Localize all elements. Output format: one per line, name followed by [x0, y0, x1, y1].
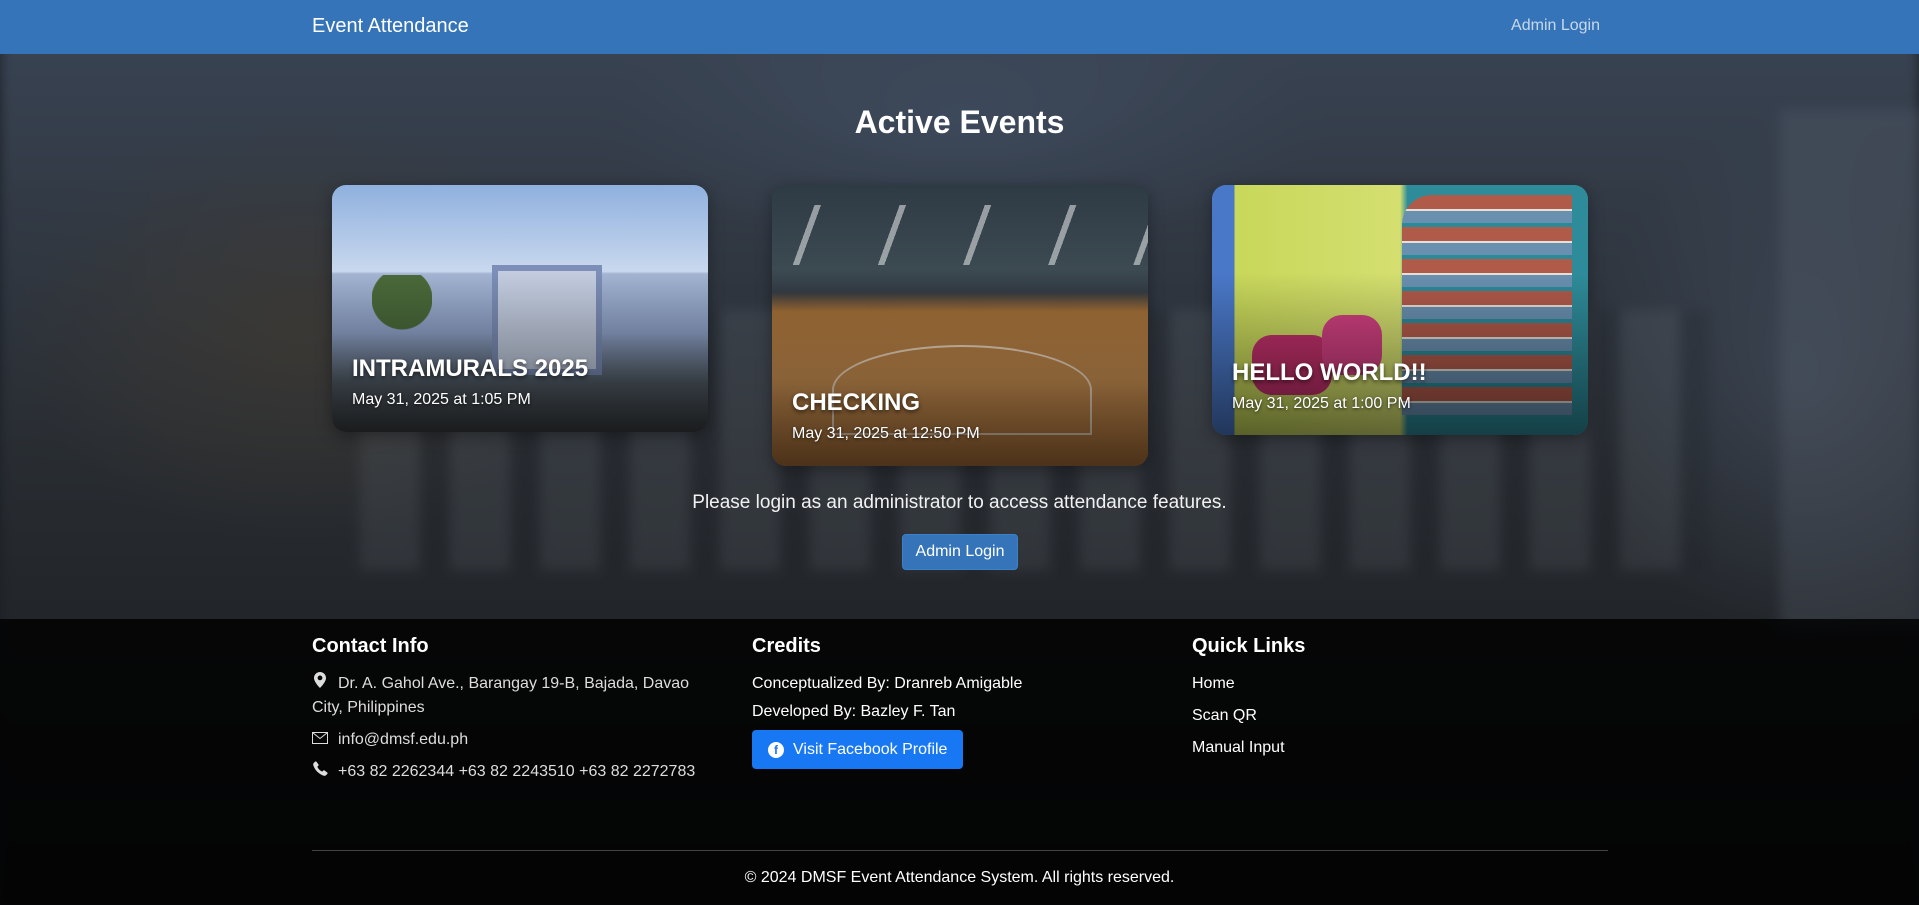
- event-card[interactable]: CHECKING May 31, 2025 at 12:50 PM: [772, 185, 1148, 466]
- conceptualized-by: Conceptualized By: Dranreb Amigable: [752, 675, 1023, 692]
- phone-text: +63 82 2262344 +63 82 2243510 +63 82 227…: [338, 763, 696, 780]
- developed-by: Developed By: Bazley F. Tan: [752, 703, 956, 720]
- navbar-brand[interactable]: Event Attendance: [312, 15, 469, 38]
- event-date: May 31, 2025 at 1:05 PM: [352, 391, 531, 408]
- email-text: info@dmsf.edu.ph: [338, 731, 469, 748]
- quick-link-manual-input[interactable]: Manual Input: [1192, 736, 1492, 760]
- quick-link-scan-qr[interactable]: Scan QR: [1192, 704, 1492, 728]
- quick-link-home[interactable]: Home: [1192, 672, 1492, 696]
- event-title: CHECKING: [792, 389, 921, 416]
- copyright: © 2024 DMSF Event Attendance System. All…: [744, 869, 1175, 886]
- navbar: Event Attendance Admin Login: [0, 0, 1919, 54]
- contact-heading: Contact Info: [312, 635, 429, 657]
- admin-login-button[interactable]: Admin Login: [902, 534, 1018, 570]
- event-card[interactable]: INTRAMURALS 2025 May 31, 2025 at 1:05 PM: [332, 185, 708, 432]
- address: Dr. A. Gahol Ave., Barangay 19-B, Bajada…: [312, 672, 722, 720]
- footer: Contact Info Dr. A. Gahol Ave., Barangay…: [0, 619, 1919, 905]
- quick-links-heading: Quick Links: [1192, 635, 1306, 657]
- credits-section: Credits Conceptualized By: Dranreb Amiga…: [752, 635, 1152, 769]
- location-pin-icon: [312, 672, 328, 696]
- contact-info-section: Contact Info Dr. A. Gahol Ave., Barangay…: [312, 635, 722, 792]
- nav-admin-login-link[interactable]: Admin Login: [1511, 17, 1600, 35]
- event-title: INTRAMURALS 2025: [352, 355, 589, 382]
- event-date: May 31, 2025 at 12:50 PM: [792, 425, 980, 442]
- facebook-profile-button[interactable]: f Visit Facebook Profile: [752, 730, 964, 769]
- quick-links-section: Quick Links Home Scan QR Manual Input: [1192, 635, 1492, 768]
- facebook-icon: f: [768, 741, 784, 758]
- page-title: Active Events: [854, 104, 1065, 140]
- phone-icon: [312, 760, 328, 784]
- envelope-icon: [312, 728, 328, 752]
- address-text: Dr. A. Gahol Ave., Barangay 19-B, Bajada…: [312, 675, 690, 716]
- footer-divider: [312, 850, 1608, 851]
- phone: +63 82 2262344 +63 82 2243510 +63 82 227…: [312, 760, 722, 784]
- email: info@dmsf.edu.ph: [312, 728, 722, 752]
- event-title: HELLO WORLD!!: [1232, 359, 1427, 386]
- login-message: Please login as an administrator to acce…: [692, 492, 1227, 513]
- event-card[interactable]: HELLO WORLD!! May 31, 2025 at 1:00 PM: [1212, 185, 1588, 435]
- facebook-button-label: Visit Facebook Profile: [793, 740, 948, 758]
- event-date: May 31, 2025 at 1:00 PM: [1232, 395, 1411, 412]
- credits-heading: Credits: [752, 635, 821, 657]
